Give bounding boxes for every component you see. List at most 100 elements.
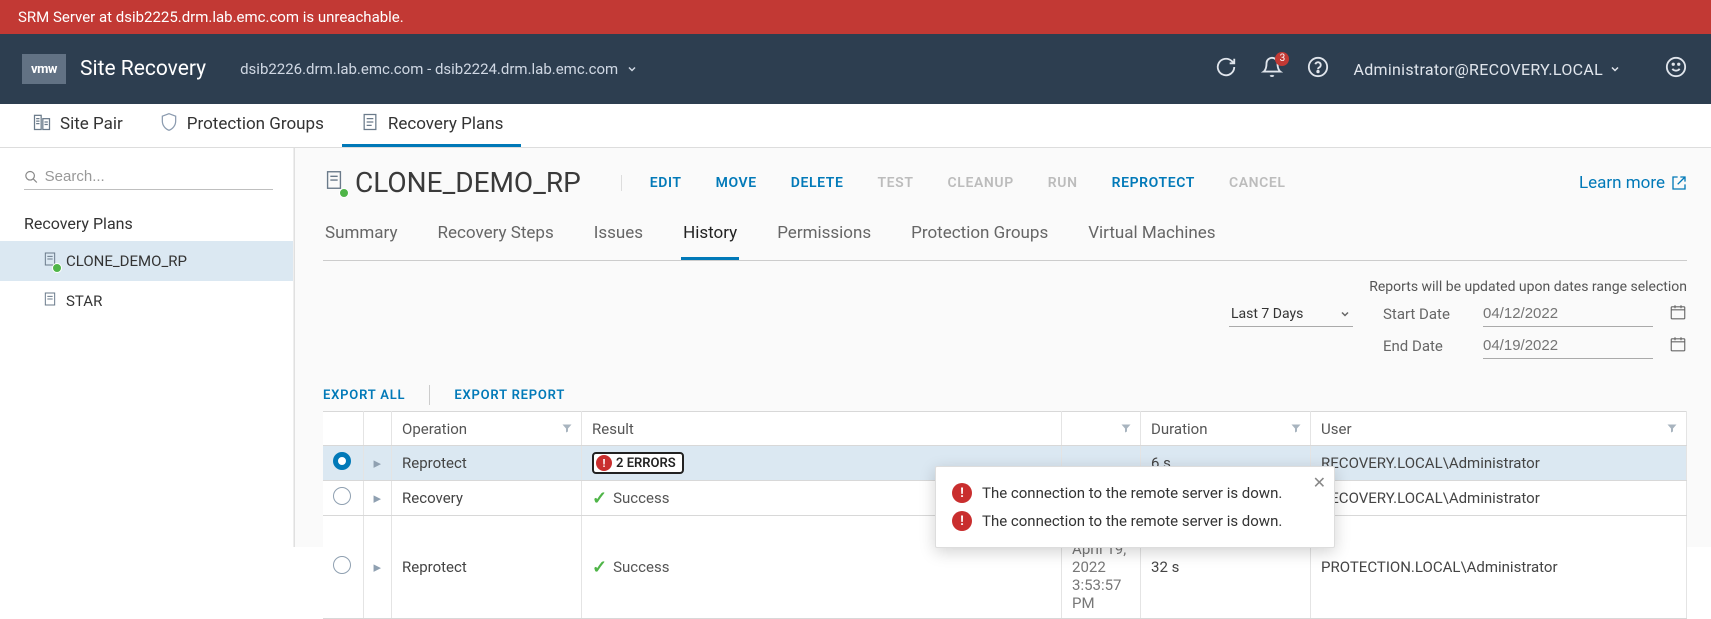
action-delete[interactable]: DELETE [791,175,844,191]
cell-operation: Reprotect [392,516,582,619]
date-range-hint: Reports will be updated upon dates range… [1369,279,1687,295]
sidebar-section-title: Recovery Plans [0,206,293,241]
error-badge[interactable]: ! 2 ERRORS [592,452,684,474]
site-pair-dropdown[interactable]: dsib2226.drm.lab.emc.com - dsib2224.drm.… [240,60,638,78]
plan-icon [42,291,58,311]
tab-label: Protection Groups [187,114,324,134]
filter-icon[interactable] [1666,420,1678,438]
action-reprotect[interactable]: REPROTECT [1112,175,1195,191]
inner-tab-protection-groups[interactable]: Protection Groups [909,223,1050,260]
inner-tab-permissions[interactable]: Permissions [775,223,873,260]
user-label: Administrator@RECOVERY.LOCAL [1353,60,1603,79]
plan-icon [323,169,345,196]
export-all-button[interactable]: EXPORT ALL [323,388,405,403]
filter-icon[interactable] [1120,420,1132,438]
calendar-icon[interactable] [1669,303,1687,325]
document-icon [360,112,380,137]
error-icon: ! [952,483,972,503]
plan-icon [42,251,58,271]
col-result[interactable]: Result [582,412,1062,446]
cell-operation: Recovery [392,481,582,516]
filter-icon[interactable] [561,420,573,438]
action-edit[interactable]: EDIT [650,175,682,191]
tab-protection-groups[interactable]: Protection Groups [141,104,342,147]
refresh-icon [1215,56,1237,78]
sidebar-item-label: CLONE_DEMO_RP [66,252,187,270]
col-operation[interactable]: Operation [392,412,582,446]
col-expand [363,412,392,446]
sidebar: Recovery Plans CLONE_DEMO_RP STAR [0,148,294,547]
action-bar: EDIT MOVE DELETE TEST CLEANUP RUN REPROT… [621,175,1320,191]
error-tooltip: ✕ ! The connection to the remote server … [935,466,1335,548]
notifications-button[interactable]: 3 [1261,56,1283,82]
date-preset-label: Last 7 Days [1231,306,1303,322]
inner-tab-issues[interactable]: Issues [592,223,645,260]
export-report-button[interactable]: EXPORT REPORT [454,388,565,403]
inner-tabs: Summary Recovery Steps Issues History Pe… [323,223,1687,261]
expand-caret-icon[interactable]: ▸ [374,454,382,472]
search-input[interactable] [45,168,273,185]
filter-icon[interactable] [1290,420,1302,438]
success-label: Success [613,558,669,576]
export-row: EXPORT ALL EXPORT REPORT [323,385,1687,405]
col-user[interactable]: User [1311,412,1687,446]
status-ok-icon [339,188,349,198]
sidebar-item-star[interactable]: STAR [0,281,293,321]
alert-text: SRM Server at dsib2225.drm.lab.emc.com i… [18,8,404,26]
start-date-label: Start Date [1383,305,1473,323]
action-run: RUN [1048,175,1078,191]
site-pair-label: dsib2226.drm.lab.emc.com - dsib2224.drm.… [240,60,618,78]
smile-icon [1665,56,1687,78]
row-radio[interactable] [333,452,351,470]
page-title: CLONE_DEMO_RP [355,166,581,199]
start-date-input[interactable] [1483,301,1653,327]
close-icon[interactable]: ✕ [1313,473,1326,492]
cell-user: PROTECTION.LOCAL\Administrator [1311,516,1687,619]
col-duration-label: Duration [1151,420,1207,438]
action-move[interactable]: MOVE [716,175,757,191]
refresh-button[interactable] [1215,56,1237,82]
learn-more-link[interactable]: Learn more [1579,173,1687,193]
notification-count: 3 [1275,52,1289,66]
external-link-icon [1671,175,1687,191]
calendar-icon[interactable] [1669,335,1687,357]
row-radio[interactable] [333,487,351,505]
date-preset-dropdown[interactable]: Last 7 Days [1229,302,1353,327]
top-header: vmw Site Recovery dsib2226.drm.lab.emc.c… [0,34,1711,104]
col-duration[interactable]: Duration [1141,412,1311,446]
cell-user: RECOVERY.LOCAL\Administrator [1311,446,1687,481]
search-box[interactable] [24,164,273,190]
learn-more-label: Learn more [1579,173,1665,193]
tab-site-pair[interactable]: Site Pair [14,104,141,147]
help-icon [1307,56,1329,78]
date-range-area: Reports will be updated upon dates range… [323,279,1687,359]
inner-tab-summary[interactable]: Summary [323,223,399,260]
col-operation-label: Operation [402,420,467,438]
vmw-logo: vmw [22,54,66,84]
sidebar-item-clone-demo-rp[interactable]: CLONE_DEMO_RP [0,241,293,281]
row-radio[interactable] [333,556,351,574]
cell-operation: Reprotect [392,446,582,481]
check-icon: ✓ [592,488,607,509]
chevron-down-icon [1609,63,1621,75]
col-user-label: User [1321,420,1352,438]
tab-recovery-plans[interactable]: Recovery Plans [342,104,522,147]
feedback-button[interactable] [1665,56,1687,82]
check-icon: ✓ [592,557,607,578]
inner-tab-virtual-machines[interactable]: Virtual Machines [1086,223,1217,260]
help-button[interactable] [1307,56,1329,82]
inner-tab-history[interactable]: History [681,223,739,260]
inner-tab-recovery-steps[interactable]: Recovery Steps [435,223,555,260]
end-date-input[interactable] [1483,333,1653,359]
tooltip-line: The connection to the remote server is d… [982,484,1282,502]
expand-caret-icon[interactable]: ▸ [374,489,382,507]
tab-label: Recovery Plans [388,114,504,134]
action-test: TEST [877,175,913,191]
alert-banner: SRM Server at dsib2225.drm.lab.emc.com i… [0,0,1711,34]
status-ok-icon [52,263,62,273]
user-dropdown[interactable]: Administrator@RECOVERY.LOCAL [1353,60,1621,79]
col-hidden[interactable] [1062,412,1141,446]
expand-caret-icon[interactable]: ▸ [374,558,382,576]
end-date-label: End Date [1383,337,1473,355]
success-label: Success [613,489,669,507]
